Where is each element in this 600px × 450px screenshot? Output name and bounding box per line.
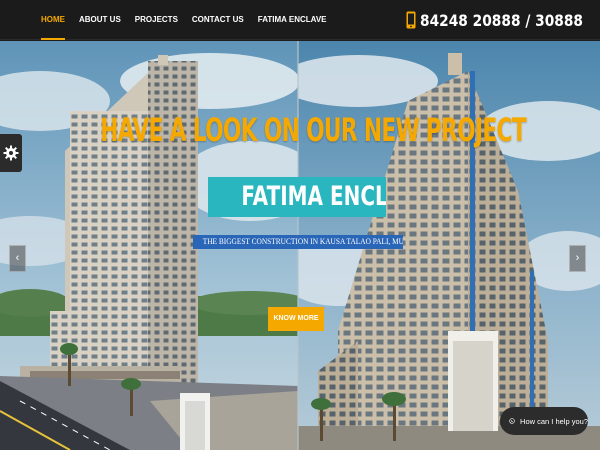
nav-item-contact-us[interactable]: CONTACT US: [185, 0, 251, 40]
nav-item-home[interactable]: HOME: [34, 0, 72, 40]
nav-item-projects[interactable]: PROJECTS: [128, 0, 185, 40]
phone-contact[interactable]: 84248 20888 / 30888: [406, 8, 600, 32]
slider-prev-button[interactable]: ‹: [9, 245, 26, 272]
project-name-banner: FATIMA ENCLAVE: [208, 177, 386, 217]
nav-item-about-us[interactable]: ABOUT US: [72, 0, 128, 40]
phone-number[interactable]: 84248 20888 / 30888: [420, 11, 583, 30]
hero-headline: HAVE A LOOK ON OUR NEW PROJECT: [0, 111, 600, 149]
chat-widget-button[interactable]: How can I help you?: [500, 407, 588, 435]
whatsapp-icon: [509, 418, 515, 424]
project-name-text: FATIMA ENCLAVE: [241, 181, 386, 212]
main-nav: HOME ABOUT US PROJECTS CONTACT US FATIMA…: [34, 0, 334, 40]
settings-toggle[interactable]: [0, 134, 22, 172]
chevron-right-icon: ›: [575, 252, 580, 264]
hero-headline-text: HAVE A LOOK ON OUR NEW PROJECT: [100, 111, 526, 149]
project-tagline: THE BIGGEST CONSTRUCTION IN KAUSA TALAO …: [193, 235, 403, 249]
chat-widget-label: How can I help you?: [520, 416, 588, 426]
project-tagline-text: THE BIGGEST CONSTRUCTION IN KAUSA TALAO …: [202, 237, 403, 246]
mobile-phone-icon: [406, 11, 416, 29]
nav-item-fatima-enclave[interactable]: FATIMA ENCLAVE: [251, 0, 334, 40]
chevron-left-icon: ‹: [15, 252, 20, 264]
know-more-button[interactable]: KNOW MORE: [268, 307, 324, 331]
top-navigation-bar: HOME ABOUT US PROJECTS CONTACT US FATIMA…: [0, 0, 600, 40]
slider-next-button[interactable]: ›: [569, 245, 586, 272]
hero-slider: HAVE A LOOK ON OUR NEW PROJECT FATIMA EN…: [0, 41, 600, 450]
gear-icon: [3, 145, 19, 161]
